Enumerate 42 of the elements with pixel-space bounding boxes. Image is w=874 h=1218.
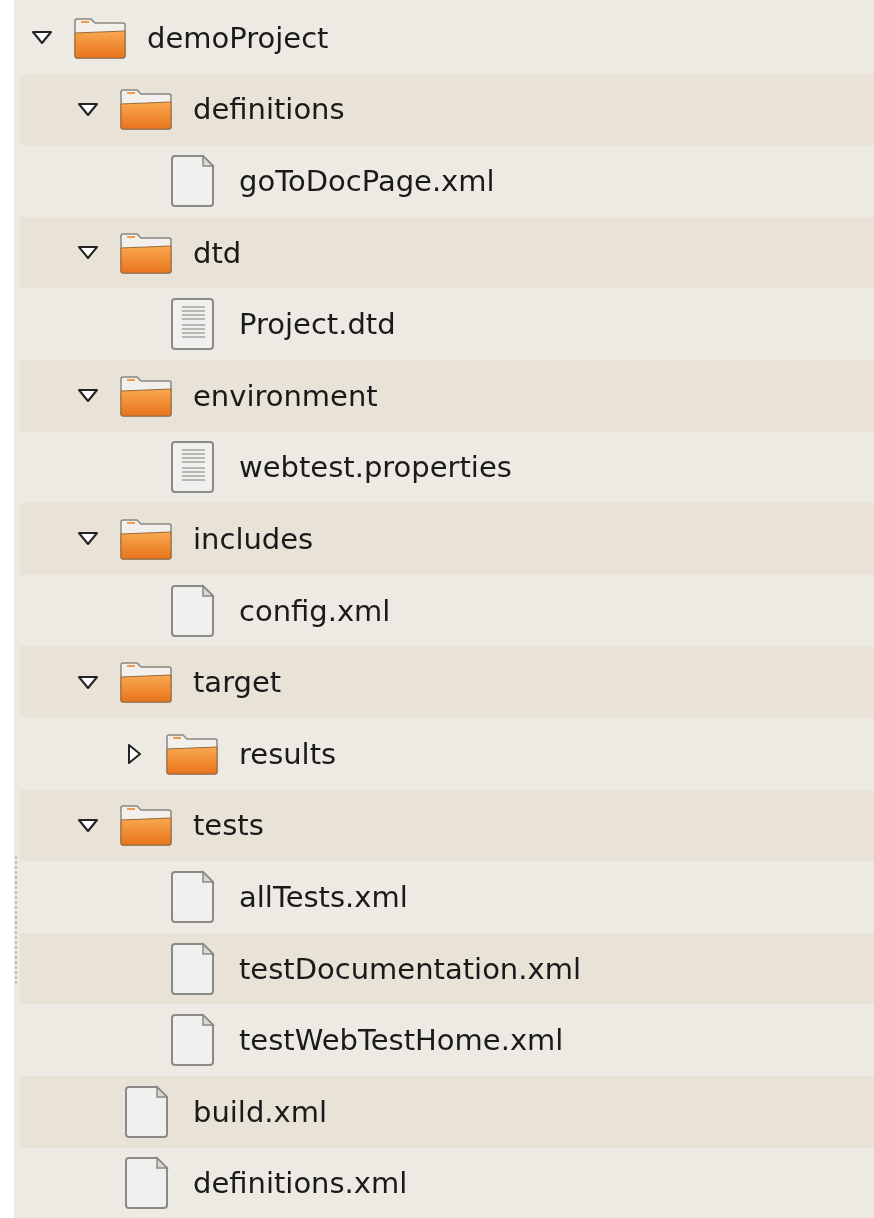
- folder-name[interactable]: dtd: [193, 235, 242, 270]
- file-name[interactable]: testWebTestHome.xml: [239, 1023, 564, 1058]
- file-name[interactable]: testDocumentation.xml: [239, 951, 581, 986]
- folder-icon: [165, 732, 219, 775]
- folder-icon: [119, 88, 173, 131]
- file-name[interactable]: allTests.xml: [239, 879, 408, 914]
- text-file-icon: [169, 297, 215, 352]
- file-icon: [169, 583, 215, 638]
- file-name[interactable]: definitions.xml: [193, 1166, 408, 1201]
- file-name[interactable]: build.xml: [193, 1094, 327, 1129]
- expand-arrow-icon[interactable]: [127, 743, 141, 764]
- collapse-arrow-icon[interactable]: [78, 389, 98, 403]
- folder-name[interactable]: includes: [193, 521, 314, 556]
- collapse-arrow-icon[interactable]: [78, 532, 98, 546]
- file-name[interactable]: webtest.properties: [239, 450, 512, 485]
- folder-icon: [119, 804, 173, 847]
- folder-icon: [119, 661, 173, 704]
- folder-icon: [119, 374, 173, 417]
- folder-icon: [119, 517, 173, 560]
- folder-icon: [119, 231, 173, 274]
- file-icon: [169, 154, 215, 208]
- file-icon: [169, 1013, 215, 1068]
- folder-name[interactable]: environment: [193, 378, 378, 413]
- file-name[interactable]: config.xml: [239, 593, 391, 628]
- text-file-icon: [169, 440, 215, 495]
- collapse-arrow-icon[interactable]: [78, 102, 98, 116]
- file-icon: [169, 869, 215, 924]
- file-name[interactable]: Project.dtd: [239, 307, 396, 342]
- folder-name[interactable]: target: [193, 665, 282, 700]
- folder-name[interactable]: tests: [193, 808, 264, 843]
- collapse-arrow-icon[interactable]: [32, 31, 52, 45]
- file-name[interactable]: goToDocPage.xml: [239, 164, 495, 198]
- collapse-arrow-icon[interactable]: [78, 675, 98, 689]
- file-icon: [123, 1156, 169, 1211]
- folder-name[interactable]: demoProject: [147, 20, 329, 55]
- file-icon: [123, 1084, 169, 1139]
- folder-icon: [73, 16, 127, 59]
- file-icon: [169, 941, 215, 996]
- collapse-arrow-icon[interactable]: [78, 246, 98, 260]
- folder-name[interactable]: results: [239, 736, 337, 771]
- collapse-arrow-icon[interactable]: [78, 818, 98, 832]
- folder-name[interactable]: definitions: [193, 92, 345, 127]
